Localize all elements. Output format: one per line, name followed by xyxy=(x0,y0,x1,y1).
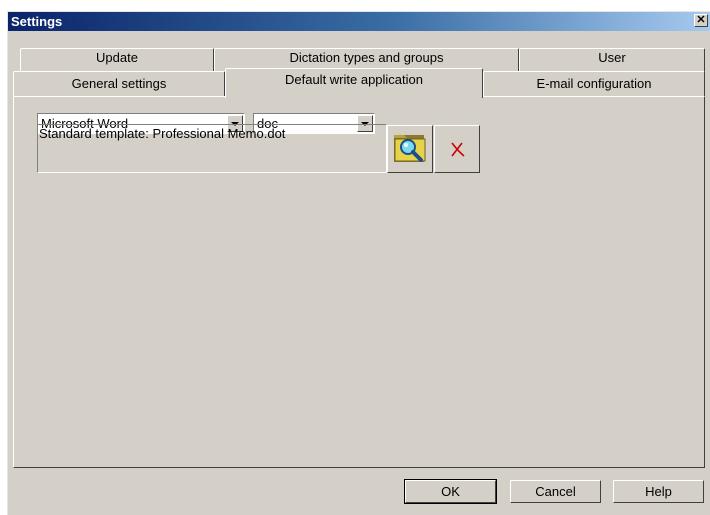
cancel-button[interactable]: Cancel xyxy=(510,480,601,503)
settings-dialog: Settings ✕ Update Dictation types and gr… xyxy=(7,11,710,515)
template-text: Standard template: Professional Memo.dot xyxy=(39,126,286,141)
red-x-icon xyxy=(435,142,479,175)
tab-default-write-application[interactable]: Default write application xyxy=(225,68,483,98)
tab-email-configuration-label: E-mail configuration xyxy=(536,76,652,91)
tab-update-label: Update xyxy=(96,50,138,65)
tab-update[interactable]: Update xyxy=(20,48,214,72)
ok-button[interactable]: OK xyxy=(404,479,497,504)
tab-general-settings-label: General settings xyxy=(71,76,167,91)
tab-email-configuration[interactable]: E-mail configuration xyxy=(483,71,705,96)
tab-dictation-types-label: Dictation types and groups xyxy=(289,50,444,65)
browse-template-button[interactable] xyxy=(387,125,433,173)
help-button[interactable]: Help xyxy=(613,480,704,503)
tab-general-settings[interactable]: General settings xyxy=(13,71,225,96)
title-bar: Settings ✕ xyxy=(8,12,710,31)
template-field: Standard template: Professional Memo.dot xyxy=(37,124,387,173)
folder-search-icon xyxy=(388,135,432,175)
tab-default-write-application-label: Default write application xyxy=(284,72,424,87)
window-title: Settings xyxy=(11,14,63,29)
tab-user-label: User xyxy=(598,50,626,65)
remove-template-button[interactable] xyxy=(434,125,480,173)
close-button[interactable]: ✕ xyxy=(694,14,708,27)
tab-user[interactable]: User xyxy=(519,48,705,72)
default-write-application-panel: Microsoft Word doc Standard template: Pr… xyxy=(13,96,705,468)
